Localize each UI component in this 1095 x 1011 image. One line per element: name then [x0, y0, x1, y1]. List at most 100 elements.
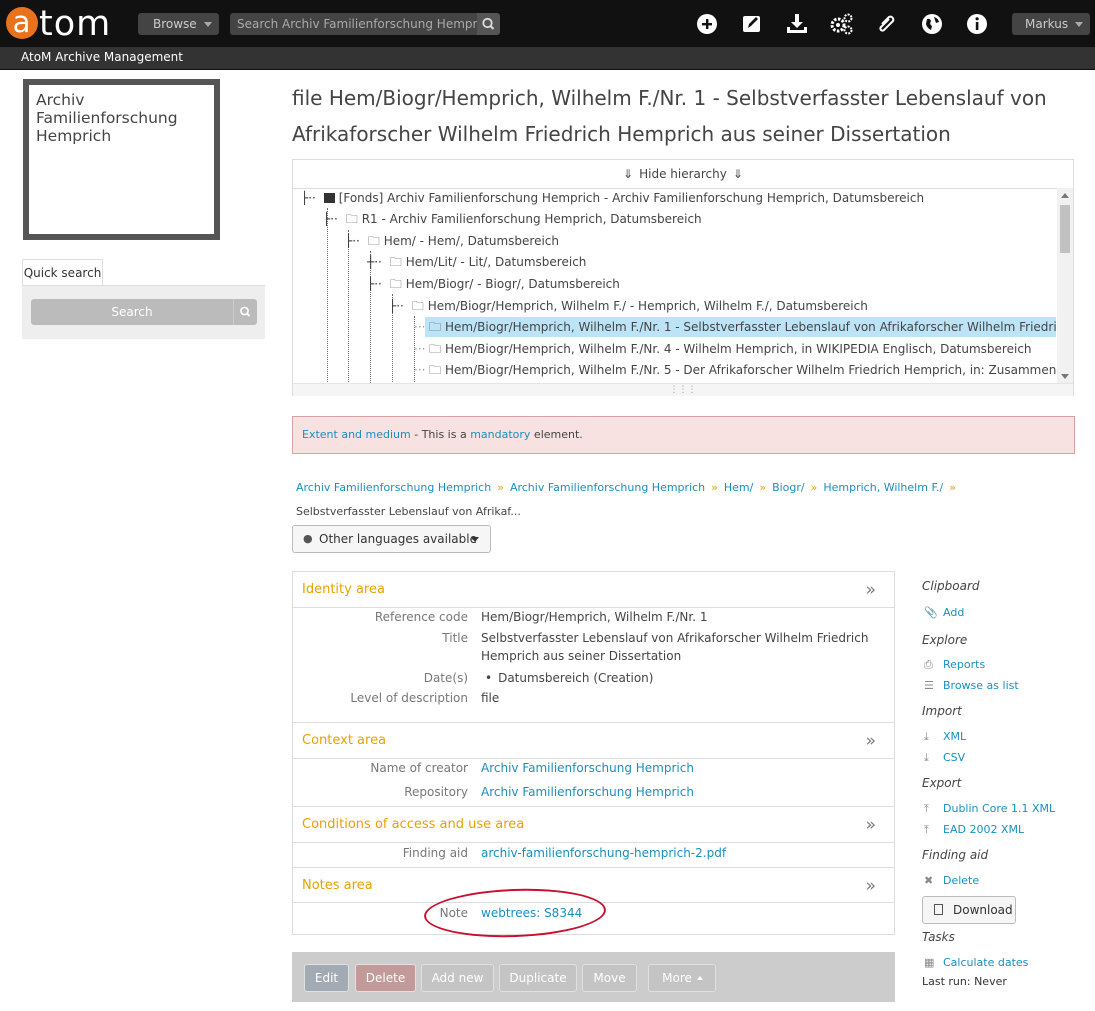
scroll-up-arrow-icon[interactable]: [1061, 193, 1069, 198]
printer-icon: ⎙: [924, 658, 933, 671]
import-csv-link[interactable]: ⤓ CSV: [924, 751, 965, 765]
calendar-icon: ▦: [924, 956, 935, 969]
reference-code-value: Hem/Biogr/Hemprich, Wilhelm F./Nr. 1: [481, 610, 708, 624]
export-ead-link[interactable]: ⤒ EAD 2002 XML: [924, 823, 1024, 837]
double-chevron-down-icon: ⇓: [732, 167, 743, 181]
edit-icon[interactable]: [739, 11, 765, 37]
more-button[interactable]: More: [648, 964, 716, 992]
sidebar-heading: Explore: [922, 633, 968, 647]
scrollbar-thumb[interactable]: [1060, 205, 1070, 253]
tree-node-series[interactable]: ├·· 🗀 R1 - Archiv Familienforschung Hempr…: [323, 209, 702, 229]
clipboard-paperclip-icon[interactable]: [874, 11, 900, 37]
breadcrumb-item[interactable]: Hem/: [724, 481, 753, 494]
tree-connector: ···: [414, 342, 426, 356]
site-name[interactable]: AtoM Archive Management: [21, 50, 183, 64]
browse-menu-button[interactable]: Browse: [138, 13, 219, 35]
mandatory-link[interactable]: mandatory: [470, 428, 530, 441]
tree-expander-icon[interactable]: ├··: [389, 299, 404, 313]
tree-node-current[interactable]: 🗀 Hem/Biogr/Hemprich, Wilhelm F./Nr. 1 - …: [425, 317, 1057, 337]
caret-down-icon: [471, 537, 479, 542]
edit-button[interactable]: Edit: [304, 964, 349, 992]
global-search-input[interactable]: Search Archiv Familienforschung Hemprich: [230, 13, 477, 35]
tree-scrollbar[interactable]: [1057, 188, 1073, 383]
tree-node-label: Hem/Lit/ - Lit/, Datumsbereich: [405, 255, 587, 269]
paperclip-icon: 📎: [924, 606, 938, 619]
tree-node-label: Hem/ - Hem/, Datumsbereich: [383, 234, 560, 248]
finding-aid-delete-link[interactable]: ✖ Delete: [924, 874, 979, 888]
tree-expander-icon[interactable]: ├··: [301, 191, 316, 205]
pdf-file-icon: [934, 904, 943, 915]
breadcrumb-item[interactable]: Hemprich, Wilhelm F./: [823, 481, 943, 494]
settings-gears-icon[interactable]: [829, 11, 855, 37]
search-icon: [240, 306, 251, 317]
quick-search-panel: Search: [22, 285, 265, 339]
tree-node-fonds[interactable]: ├·· [Fonds] Archiv Familienforschung Hem…: [301, 188, 924, 208]
breadcrumb: Archiv Familienforschung Hemprich » Archiv…: [296, 476, 1076, 524]
field-label: Finding aid: [402, 846, 468, 860]
repository-link[interactable]: Archiv Familienforschung Hemprich: [481, 783, 893, 801]
tree-node-hem[interactable]: ├·· 🗀 Hem/ - Hem/, Datumsbereich: [345, 231, 559, 251]
other-languages-button[interactable]: ● Other languages available: [292, 525, 491, 553]
quick-search-tab[interactable]: Quick search: [22, 259, 103, 285]
add-new-button[interactable]: Add new: [421, 964, 494, 992]
calculate-dates-link[interactable]: ▦ Calculate dates: [924, 956, 1028, 970]
link-label: Add: [943, 606, 965, 619]
field-label: Level of description: [350, 691, 468, 705]
export-dc-link[interactable]: ⤒ Dublin Core 1.1 XML: [924, 802, 1055, 816]
language-globe-icon[interactable]: [919, 11, 945, 37]
caret-down-icon: [1075, 22, 1083, 27]
browse-label: Browse: [153, 17, 197, 31]
import-icon[interactable]: [784, 11, 810, 37]
title-value: Selbstverfasster Lebenslauf von Afrikafo…: [481, 631, 869, 663]
tree-expander-icon[interactable]: ├··: [323, 212, 338, 226]
breadcrumb-item[interactable]: Archiv Familienforschung Hemprich: [296, 481, 491, 494]
creator-link[interactable]: Archiv Familienforschung Hemprich: [481, 759, 893, 777]
search-icon: [482, 17, 495, 30]
conditions-area-header[interactable]: Conditions of access and use area »: [293, 806, 894, 842]
breadcrumb-item[interactable]: Archiv Familienforschung Hemprich: [510, 481, 705, 494]
tree-node-nr5[interactable]: 🗀 Hem/Biogr/Hemprich, Wilhelm F./Nr. 5 - …: [425, 360, 1056, 380]
link-label: Dublin Core 1.1 XML: [943, 802, 1056, 815]
browse-as-list-link[interactable]: ☰ Browse as list: [924, 679, 1019, 693]
tree-resize-handle[interactable]: ⋮⋮⋮: [293, 383, 1073, 396]
tree-expander-icon[interactable]: ├··: [367, 277, 382, 291]
identity-area-header[interactable]: Identity area »: [293, 572, 894, 608]
delete-button[interactable]: Delete: [355, 964, 416, 992]
archive-box-icon: [323, 193, 335, 203]
breadcrumb-item[interactable]: Biogr/: [772, 481, 805, 494]
top-navbar: a tom Browse Search Archiv Familienforsch…: [0, 0, 1095, 47]
search-button[interactable]: [477, 13, 500, 35]
folder-icon: 🗀: [429, 320, 442, 334]
user-menu-button[interactable]: Markus: [1012, 13, 1090, 35]
atom-logo[interactable]: a tom: [6, 4, 111, 44]
hide-hierarchy-toggle[interactable]: ⇓ Hide hierarchy ⇓: [293, 160, 1073, 189]
sidebar-heading: Clipboard: [922, 579, 980, 593]
tree-expander-icon[interactable]: ┼··: [367, 255, 382, 269]
repository-name: Archiv Familienforschung Hemprich: [29, 85, 214, 234]
sidebar-heading: Import: [922, 704, 962, 718]
clipboard-add-link[interactable]: 📎 Add: [924, 606, 964, 620]
info-icon[interactable]: [964, 11, 990, 37]
move-button[interactable]: Move: [582, 964, 637, 992]
link-label: Delete: [943, 874, 980, 887]
repository-logo-box[interactable]: Archiv Familienforschung Hemprich: [23, 79, 220, 240]
finding-aid-link[interactable]: archiv-familienforschung-hemprich-2.pdf: [481, 844, 893, 862]
import-xml-link[interactable]: ⤓ XML: [924, 730, 966, 744]
extent-medium-link[interactable]: Extent and medium: [302, 428, 411, 441]
quick-search-button[interactable]: [233, 299, 257, 325]
sidebar-heading: Finding aid: [922, 848, 989, 862]
tree-node-biogr[interactable]: ├·· 🗀 Hem/Biogr/ - Biogr/, Datumsbereich: [367, 274, 620, 294]
tree-node-nr4[interactable]: 🗀 Hem/Biogr/Hemprich, Wilhelm F./Nr. 4 - …: [425, 339, 1032, 359]
tree-expander-icon[interactable]: ├··: [345, 234, 360, 248]
download-button[interactable]: Download: [922, 896, 1016, 924]
tree-node-lit[interactable]: ┼·· 🗀 Hem/Lit/ - Lit/, Datumsbereich: [367, 252, 586, 272]
quick-search-input[interactable]: Search: [31, 299, 233, 325]
context-area-header[interactable]: Context area »: [293, 722, 894, 758]
scroll-down-arrow-icon[interactable]: [1061, 374, 1069, 379]
caret-up-icon: [697, 976, 703, 980]
add-icon[interactable]: [694, 11, 720, 37]
reports-link[interactable]: ⎙ Reports: [924, 658, 985, 672]
tree-node-hemprich[interactable]: ├·· 🗀 Hem/Biogr/Hemprich, Wilhelm F./ - H…: [389, 296, 868, 316]
duplicate-button[interactable]: Duplicate: [499, 964, 577, 992]
list-icon: ☰: [924, 679, 934, 692]
